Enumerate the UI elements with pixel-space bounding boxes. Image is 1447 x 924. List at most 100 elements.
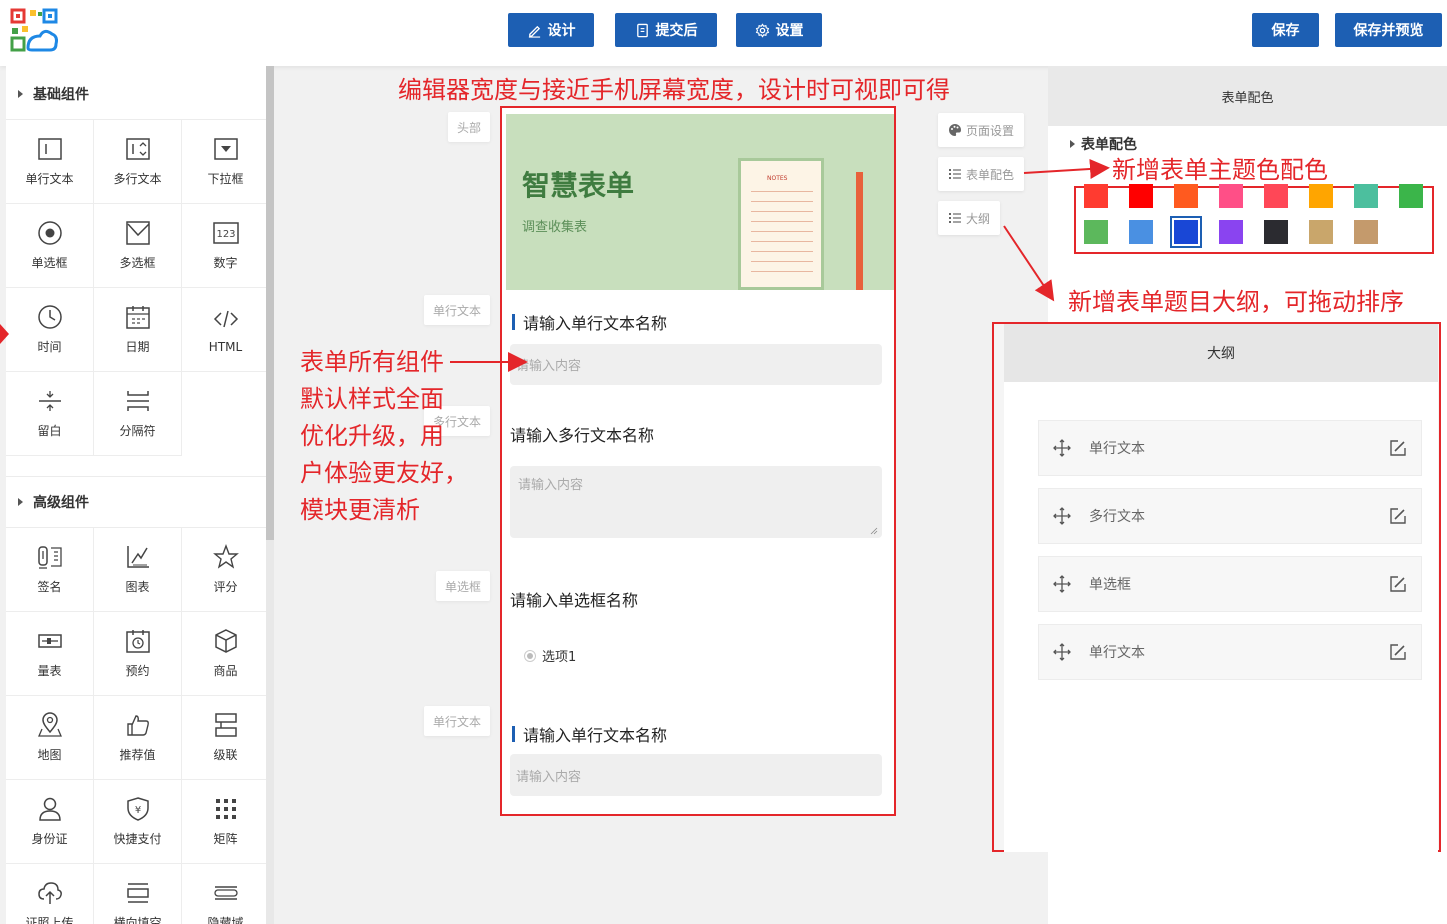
canvas-tag-radio[interactable]: 单选框	[436, 571, 490, 601]
question-2-textarea[interactable]: 请输入内容	[510, 466, 882, 538]
question-1-input[interactable]: 请输入内容	[510, 344, 882, 385]
page-settings-label: 页面设置	[966, 122, 1014, 139]
component-number[interactable]: 123 数字	[182, 204, 266, 288]
color-swatch[interactable]	[1219, 184, 1243, 208]
component-signature[interactable]: 签名	[6, 528, 94, 612]
component-payment[interactable]: ¥ 快捷支付	[94, 780, 182, 864]
component-label: 数字	[213, 254, 237, 271]
outline-item-label: 多行文本	[1089, 506, 1145, 526]
question-2-title[interactable]: 请输入多行文本名称	[510, 422, 654, 446]
outline-tool[interactable]: 大纲	[938, 201, 1000, 235]
component-label: 隐藏域	[207, 914, 243, 924]
color-swatch[interactable]	[1309, 220, 1333, 244]
component-html[interactable]: HTML	[182, 288, 266, 372]
component-scale[interactable]: 量表	[6, 612, 94, 696]
outline-item[interactable]: 单行文本	[1038, 624, 1422, 680]
canvas-tag-single-text-2[interactable]: 单行文本	[424, 706, 490, 736]
component-radio[interactable]: 单选框	[6, 204, 94, 288]
outline-item[interactable]: 单选框	[1038, 556, 1422, 612]
component-divider[interactable]: 分隔符	[94, 372, 182, 456]
component-matrix[interactable]: 矩阵	[182, 780, 266, 864]
component-label: 地图	[37, 746, 61, 763]
advanced-components-header[interactable]: 高级组件	[6, 476, 266, 528]
edit-icon[interactable]	[1389, 643, 1407, 661]
color-swatch[interactable]	[1174, 184, 1198, 208]
color-swatch[interactable]	[1399, 184, 1423, 208]
question-4-title[interactable]: 请输入单行文本名称	[512, 722, 667, 746]
component-license-upload[interactable]: 证照上传	[6, 864, 94, 924]
move-icon[interactable]	[1053, 439, 1071, 457]
design-button[interactable]: 设计	[508, 13, 594, 47]
component-cascade[interactable]: 级联	[182, 696, 266, 780]
palette-icon	[948, 123, 962, 137]
component-multi-text[interactable]: 多行文本	[94, 120, 182, 204]
component-label: HTML	[209, 340, 242, 354]
save-preview-button-label: 保存并预览	[1354, 20, 1424, 40]
after-submit-button[interactable]: 提交后	[615, 13, 717, 47]
component-time[interactable]: 时间	[6, 288, 94, 372]
color-swatch[interactable]	[1354, 220, 1378, 244]
document-icon	[635, 23, 650, 38]
color-swatch[interactable]	[1219, 220, 1243, 244]
save-preview-button[interactable]: 保存并预览	[1335, 13, 1442, 47]
page-settings-tool[interactable]: 页面设置	[938, 113, 1024, 147]
question-3-title[interactable]: 请输入单选框名称	[510, 587, 638, 611]
component-label: 矩阵	[213, 830, 237, 847]
component-label: 快捷支付	[113, 830, 161, 847]
component-chart[interactable]: 图表	[94, 528, 182, 612]
single-line-text-icon	[37, 136, 63, 162]
canvas-tag-single-text[interactable]: 单行文本	[424, 295, 490, 325]
outline-item[interactable]: 单行文本	[1038, 420, 1422, 476]
component-fill-blank[interactable]: 横向填空	[94, 864, 182, 924]
component-map[interactable]: 地图	[6, 696, 94, 780]
question-1-title[interactable]: 请输入单行文本名称	[512, 310, 667, 334]
color-swatch[interactable]	[1264, 184, 1288, 208]
question-3-option[interactable]: 选项1	[524, 646, 576, 665]
component-appointment[interactable]: 预约	[94, 612, 182, 696]
form-banner[interactable]: 智慧表单 调查收集表 NOTES	[506, 114, 894, 290]
move-icon[interactable]	[1053, 643, 1071, 661]
component-spacing[interactable]: 留白	[6, 372, 94, 456]
component-label: 身份证	[31, 830, 67, 847]
canvas-tag-header[interactable]: 头部	[448, 112, 490, 142]
move-icon[interactable]	[1053, 507, 1071, 525]
color-swatch[interactable]	[1174, 220, 1198, 244]
logo-icon	[10, 8, 58, 54]
component-date[interactable]: 日期	[94, 288, 182, 372]
basic-components-header[interactable]: 基础组件	[6, 68, 266, 120]
edit-icon[interactable]	[1389, 507, 1407, 525]
form-color-tool[interactable]: 表单配色	[938, 157, 1024, 191]
component-hidden-field[interactable]: 隐藏域	[182, 864, 266, 924]
outline-panel-frame: 大纲 单行文本 多行文本 单选框 单行文本	[992, 322, 1441, 852]
color-swatch[interactable]	[1129, 184, 1153, 208]
outline-item[interactable]: 多行文本	[1038, 488, 1422, 544]
component-label: 日期	[125, 338, 149, 355]
component-product[interactable]: 商品	[182, 612, 266, 696]
color-swatch[interactable]	[1129, 220, 1153, 244]
edit-icon[interactable]	[1389, 439, 1407, 457]
thumbs-up-icon	[125, 712, 151, 738]
question-4-input[interactable]: 请输入内容	[510, 754, 882, 796]
sidebar-scrollbar-thumb[interactable]	[266, 66, 274, 540]
radio-button[interactable]	[524, 650, 536, 662]
right-panel-header: 表单配色	[1048, 66, 1447, 126]
save-button[interactable]: 保存	[1252, 13, 1319, 47]
color-swatch[interactable]	[1084, 184, 1108, 208]
settings-button[interactable]: 设置	[736, 13, 822, 47]
component-rating[interactable]: 评分	[182, 528, 266, 612]
component-checkbox[interactable]: 多选框	[94, 204, 182, 288]
color-swatch[interactable]	[1354, 184, 1378, 208]
radio-icon	[37, 220, 63, 246]
question-4-title-text: 请输入单行文本名称	[523, 722, 667, 746]
component-id-card[interactable]: 身份证	[6, 780, 94, 864]
edit-icon[interactable]	[1389, 575, 1407, 593]
move-icon[interactable]	[1053, 575, 1071, 593]
component-dropdown[interactable]: 下拉框	[182, 120, 266, 204]
component-recommend[interactable]: 推荐值	[94, 696, 182, 780]
color-swatch[interactable]	[1264, 220, 1288, 244]
color-swatch[interactable]	[1309, 184, 1333, 208]
color-swatch[interactable]	[1084, 220, 1108, 244]
resize-grip-icon[interactable]	[870, 527, 878, 535]
checkbox-icon	[125, 220, 151, 246]
component-single-text[interactable]: 单行文本	[6, 120, 94, 204]
